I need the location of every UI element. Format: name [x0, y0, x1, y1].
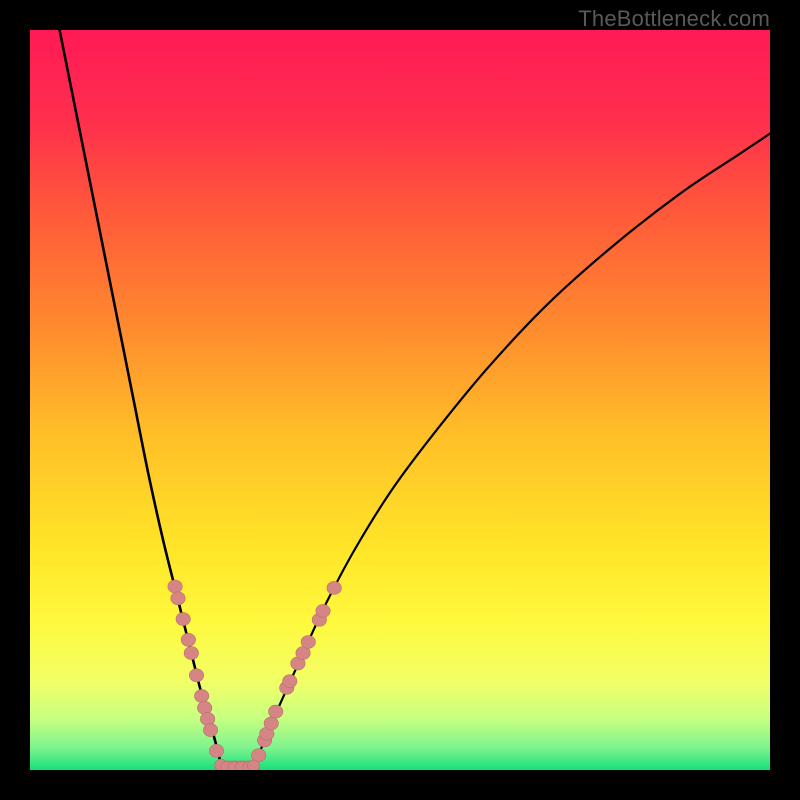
- marker-left-5: [189, 669, 203, 682]
- marker-left-1: [171, 592, 185, 605]
- marker-right-6: [283, 675, 297, 688]
- watermark-text: TheBottleneck.com: [578, 6, 770, 32]
- marker-left-4: [184, 647, 198, 660]
- marker-left-3: [181, 633, 195, 646]
- marker-left-8: [200, 712, 214, 725]
- plot-area: [30, 30, 770, 770]
- marker-left-7: [197, 701, 211, 714]
- curves-layer: [30, 30, 770, 770]
- marker-left-2: [176, 613, 190, 626]
- marker-left-9: [203, 724, 217, 737]
- chart-stage: TheBottleneck.com: [0, 0, 800, 800]
- curve-left-curve: [60, 30, 223, 770]
- marker-right-4: [268, 705, 282, 718]
- marker-right-3: [264, 717, 278, 730]
- marker-left-0: [168, 580, 182, 593]
- marker-left-10: [209, 744, 223, 757]
- marker-left-6: [194, 690, 208, 703]
- curve-right-curve: [252, 134, 770, 770]
- marker-right-9: [301, 636, 315, 649]
- marker-right-11: [316, 604, 330, 617]
- marker-right-12: [327, 581, 341, 594]
- marker-floor-5: [247, 760, 259, 770]
